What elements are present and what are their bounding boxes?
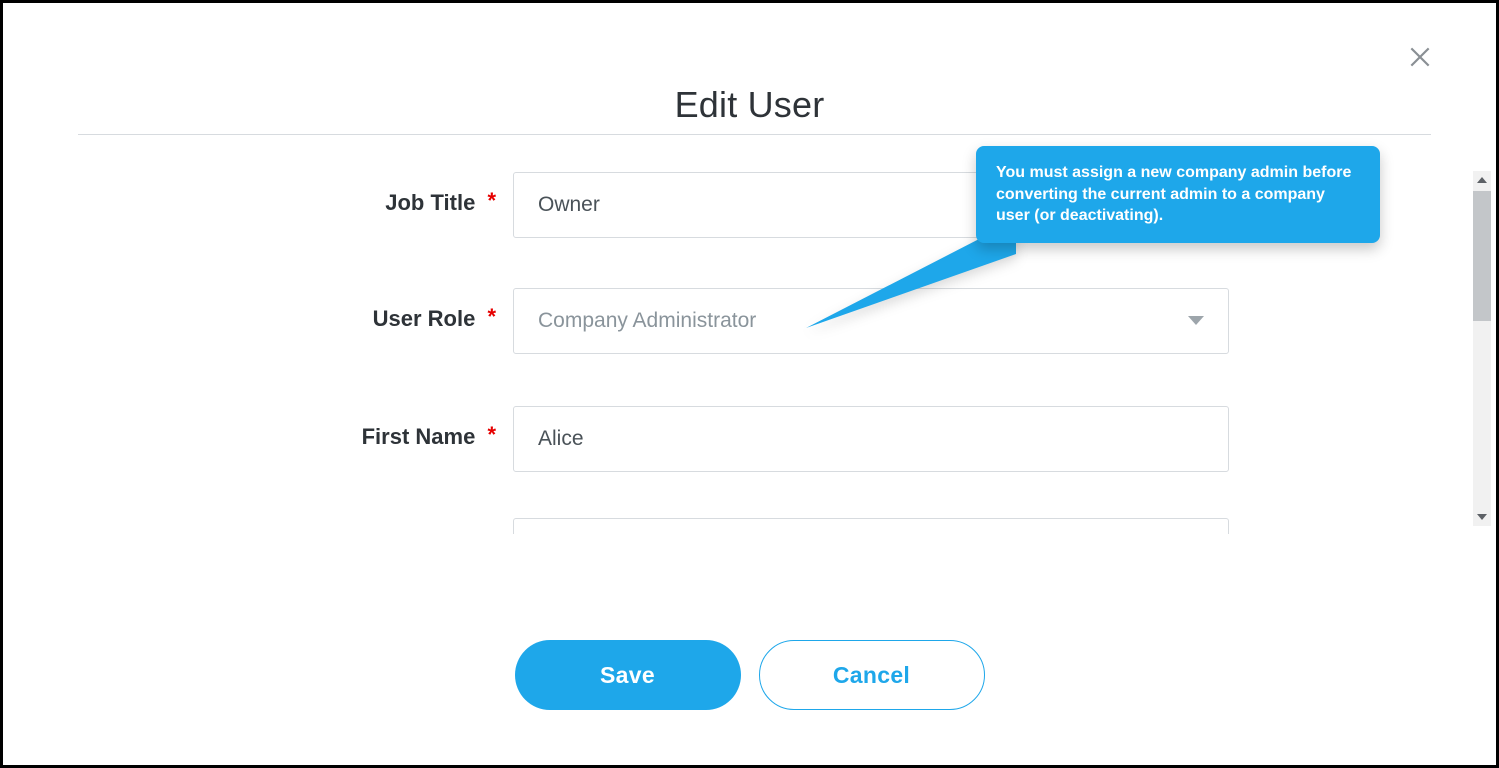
dialog-title: Edit User: [6, 84, 1493, 126]
chevron-up-icon: [1477, 177, 1487, 183]
title-divider: [78, 134, 1431, 135]
first-name-input[interactable]: [514, 407, 1228, 471]
required-asterisk: *: [487, 304, 496, 329]
chevron-down-icon: [1477, 514, 1487, 520]
label-user-role: User Role *: [6, 306, 496, 332]
user-role-value: Company Administrator: [538, 309, 756, 333]
label-job-title: Job Title *: [6, 190, 496, 216]
user-role-select[interactable]: Company Administrator: [514, 289, 1228, 353]
save-button[interactable]: Save: [515, 640, 741, 710]
button-bar: Save Cancel: [6, 640, 1493, 710]
label-user-role-text: User Role: [373, 306, 476, 331]
label-first-name-text: First Name: [362, 424, 476, 449]
save-button-label: Save: [600, 662, 655, 689]
tooltip-callout: You must assign a new company admin befo…: [976, 146, 1380, 243]
required-asterisk: *: [487, 188, 496, 213]
scrollbar-thumb[interactable]: [1473, 191, 1491, 321]
dialog-body: Edit User Job Title * User Role * Compan…: [6, 6, 1493, 762]
label-first-name: First Name *: [6, 424, 496, 450]
row-user-role: User Role * Company Administrator: [6, 306, 1493, 376]
close-button[interactable]: [1407, 44, 1433, 70]
scrollbar-up-button[interactable]: [1473, 171, 1491, 189]
scrollbar-down-button[interactable]: [1473, 508, 1491, 526]
field-first-name-box: [513, 406, 1229, 472]
cancel-button-label: Cancel: [833, 662, 910, 689]
dialog-frame: Edit User Job Title * User Role * Compan…: [0, 0, 1499, 768]
close-icon: [1407, 44, 1433, 70]
cancel-button[interactable]: Cancel: [759, 640, 985, 710]
caret-down-icon: [1188, 316, 1204, 326]
row-first-name: First Name *: [6, 424, 1493, 494]
required-asterisk: *: [487, 422, 496, 447]
label-job-title-text: Job Title: [385, 190, 475, 215]
tooltip-text: You must assign a new company admin befo…: [996, 164, 1351, 224]
field-user-role-box: Company Administrator: [513, 288, 1229, 354]
